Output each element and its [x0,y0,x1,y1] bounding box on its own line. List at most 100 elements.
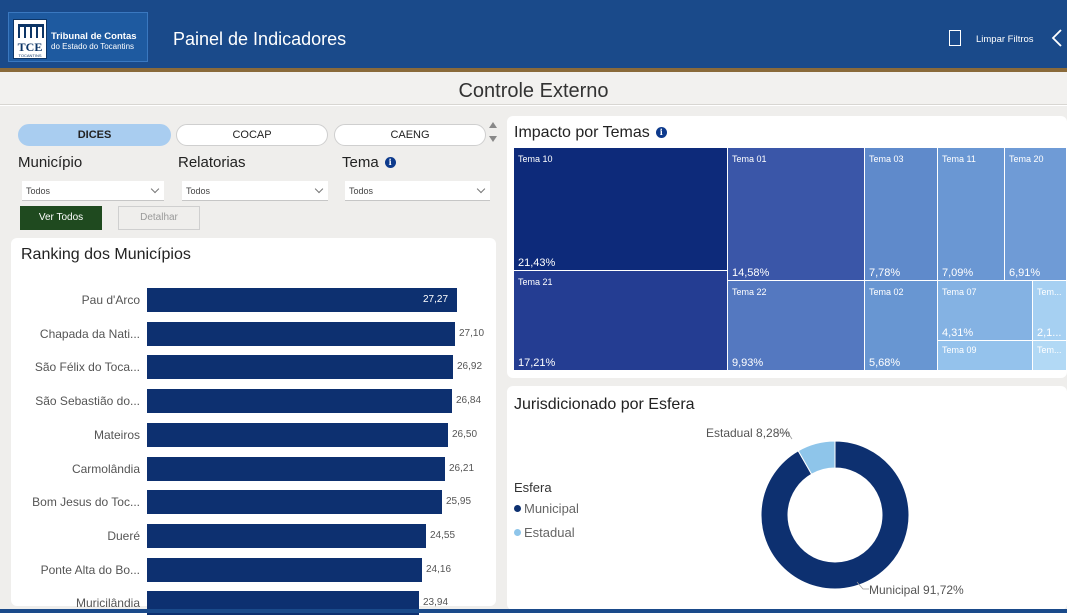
legend-item-estadual[interactable]: Estadual [514,525,575,540]
chevron-left-icon[interactable] [1049,28,1065,48]
treemap-tile[interactable]: Tema 21 17,21% [514,271,728,371]
ranking-bar[interactable] [147,456,445,481]
municipio-select-value: Todos [26,186,51,196]
treemap-tile-name: Tem... [1037,287,1062,297]
treemap-tile[interactable]: Tema 22 9,93% [728,281,865,371]
treemap-tile[interactable]: Tem... 2,1... [1033,281,1067,341]
chevron-down-icon [314,184,324,194]
treemap-tile[interactable]: Tema 20 6,91% [1005,148,1067,281]
tce-emblem: TCE TOCANTINS [13,19,47,59]
bookmark-icon[interactable] [949,30,961,46]
bottom-accent-line [0,609,1067,613]
ranking-data-label: 26,50 [452,428,478,440]
legend-dot [514,505,521,512]
treemap-tile-percent: 21,43% [518,257,556,269]
ranking-bar[interactable] [147,490,442,515]
treemap-tile-name: Tem... [1037,345,1062,355]
treemap-tile-name: Tema 20 [1009,154,1044,164]
filter-label-tema-wrap: Tema i [342,154,396,171]
treemap-tile-name: Tema 01 [732,154,767,164]
treemap-tile-name: Tema 22 [732,287,767,297]
ranking-category-label: Ponte Alta do Bo... [40,562,140,577]
detalhar-button[interactable]: Detalhar [118,206,200,230]
treemap-tile[interactable]: Tema 02 5,68% [865,281,938,371]
tabs-scroll-stepper[interactable] [489,122,497,146]
ranking-category-label: Mateiros [93,427,140,442]
treemap-tile[interactable]: Tema 07 4,31% [938,281,1033,341]
treemap-tile-name: Tema 02 [869,287,904,297]
municipio-select[interactable]: Todos [22,181,164,201]
ranking-category-label: Pau d'Arco [81,293,140,307]
treemap-tile[interactable]: Tema 09 [938,341,1033,371]
app-header: TCE TOCANTINS Tribunal de Contas do Esta… [0,0,1067,68]
scroll-up-icon[interactable] [489,122,497,128]
ranking-data-label: 26,84 [456,395,482,407]
ranking-bar[interactable] [147,355,453,380]
tab-caeng[interactable]: CAENG [334,124,486,146]
pillars-icon [18,24,44,38]
info-icon[interactable]: i [655,127,667,138]
treemap-tile[interactable]: Tema 11 7,09% [938,148,1005,281]
municipal-data-label: Municipal 91,72% [869,583,964,597]
scroll-down-icon[interactable] [489,136,497,142]
chevron-down-icon [476,184,486,194]
treemap-tile-name: Tema 11 [942,154,976,164]
ranking-category-label: São Sebastião do... [35,394,140,409]
treemap-tile-percent: 7,78% [869,267,901,279]
tema-select[interactable]: Todos [345,181,490,201]
tab-cocap[interactable]: COCAP [176,124,328,146]
logo-subtext: TOCANTINS [18,53,42,58]
treemap-tile[interactable]: Tem... [1033,341,1067,371]
ranking-category-label: São Félix do Toca... [34,360,140,375]
clear-filters-button[interactable]: Limpar Filtros [976,34,1034,45]
legend-item-municipal[interactable]: Municipal [514,501,579,516]
legend-title: Esfera [514,480,552,495]
ranking-category-label: Dueré [107,528,140,543]
ranking-data-label: 26,21 [449,462,475,474]
chevron-down-icon [150,184,160,194]
treemap-tile[interactable]: Tema 01 14,58% [728,148,865,281]
esfera-donut-chart [760,440,910,590]
ranking-data-label: 25,95 [446,496,472,508]
legend-label: Municipal [524,501,579,516]
ranking-bar[interactable] [147,422,448,447]
tab-dices[interactable]: DICES [18,124,171,146]
treemap-tile-name: Tema 07 [942,287,977,297]
legend-label: Estadual [524,525,575,540]
ranking-bar[interactable] [147,557,422,582]
relatorias-select[interactable]: Todos [182,181,328,201]
impacto-title: Impacto por Temas [514,124,650,141]
treemap-tile-percent: 2,1... [1037,327,1062,339]
estadual-data-label: Estadual 8,28% [706,426,791,440]
org-name-line1: Tribunal de Contas [51,31,137,42]
relatorias-select-value: Todos [186,186,211,196]
ranking-data-label: 26,92 [457,361,483,373]
app-title: Painel de Indicadores [173,29,347,49]
treemap-tile-percent: 17,21% [518,357,556,369]
treemap-tile-percent: 6,91% [1009,267,1041,279]
ranking-category-label: Bom Jesus do Toc... [32,495,140,510]
ranking-data-label: 24,16 [426,563,452,575]
treemap-tile-percent: 7,09% [942,267,974,279]
treemap-tile-name: Tema 03 [869,154,904,164]
section-title: Controle Externo [458,80,609,102]
ranking-bar[interactable] [147,389,452,414]
tce-logo[interactable]: TCE TOCANTINS Tribunal de Contas do Esta… [8,12,148,62]
ranking-data-label: 27,27 [423,294,449,305]
treemap-tile-percent: 5,68% [869,357,901,369]
ranking-bar[interactable] [147,321,455,346]
ranking-title: Ranking dos Municípios [21,246,191,263]
treemap-tile-name: Tema 10 [518,154,553,164]
filter-label-municipio: Município [18,154,83,171]
ranking-category-label: Carmolândia [71,461,140,476]
treemap-tile-percent: 4,31% [942,327,974,339]
org-name-line2: do Estado do Tocantins [51,42,135,51]
ranking-data-label: 24,55 [430,529,456,541]
treemap-tile[interactable]: Tema 03 7,78% [865,148,938,281]
ver-todos-button[interactable]: Ver Todos [20,206,102,230]
info-icon[interactable]: i [384,157,396,168]
ranking-bar[interactable] [147,523,426,548]
treemap-tile[interactable]: Tema 10 21,43% [514,148,728,271]
ranking-bar[interactable] [147,288,457,312]
treemap-tile-percent: 9,93% [732,357,764,369]
